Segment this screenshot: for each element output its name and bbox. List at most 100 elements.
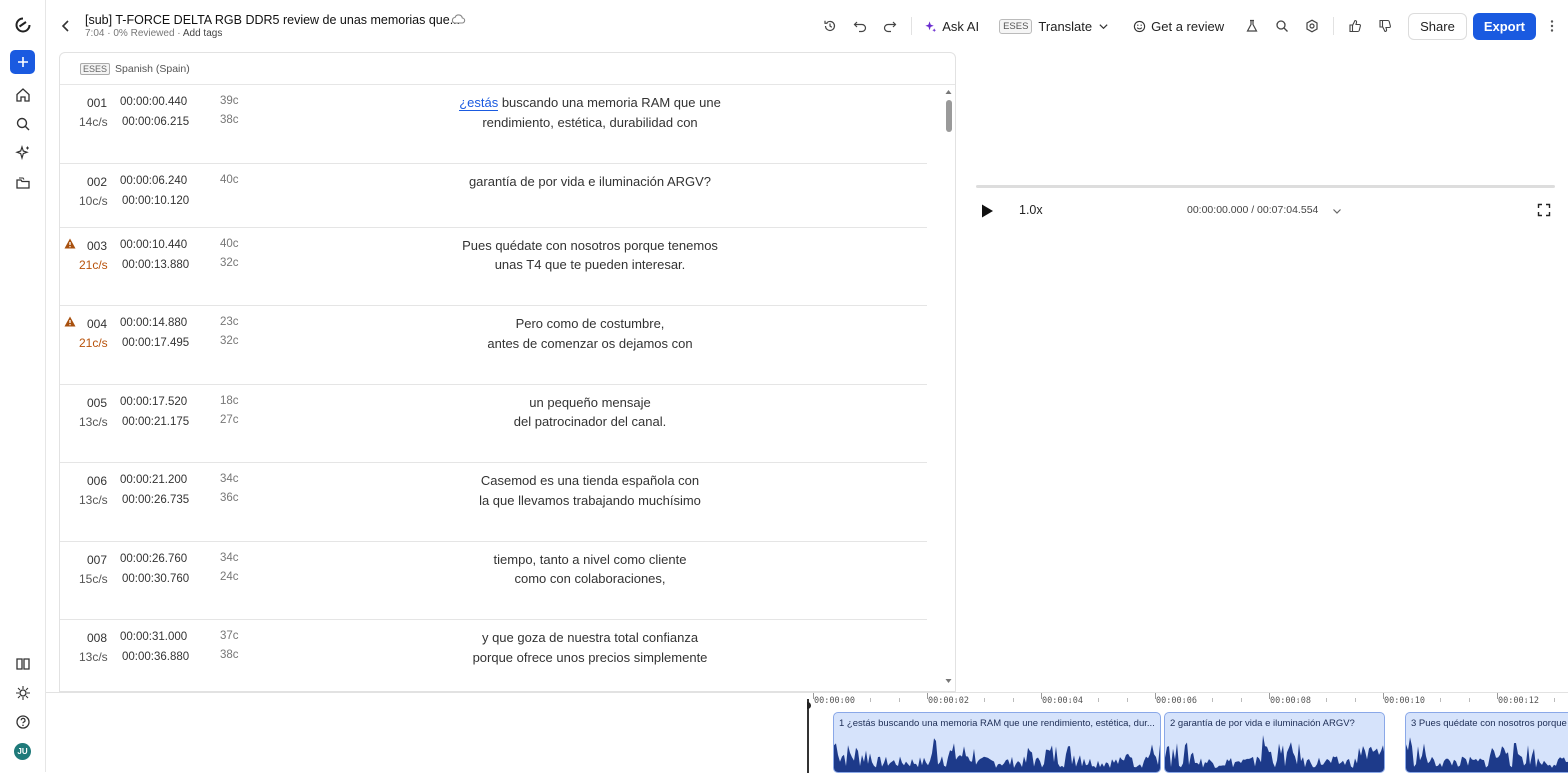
new-button[interactable]	[10, 50, 35, 74]
subtitle-line-1[interactable]: Pero como de costumbre,	[300, 314, 880, 334]
search-icon[interactable]	[11, 112, 35, 136]
start-time[interactable]: 00:00:10.440	[120, 239, 187, 251]
thumbs-up-icon[interactable]	[1345, 16, 1365, 36]
subtitle-text[interactable]: Casemod es una tienda española con la que…	[300, 471, 880, 510]
start-time[interactable]: 00:00:00.440	[120, 96, 187, 108]
subtitle-text[interactable]: garantía de por vida e iluminación ARGV?	[300, 172, 880, 192]
subtitle-row[interactable]: 006 13c/s 00:00:21.200 00:00:26.735 34c 36c Ca…	[60, 463, 927, 542]
end-time[interactable]: 00:00:26.735	[122, 494, 189, 506]
subtitle-line-2[interactable]: antes de comenzar os dejamos con	[300, 334, 880, 354]
subtitle-row[interactable]: 001 14c/s 00:00:00.440 00:00:06.215 39c 38c ¿e…	[60, 85, 927, 164]
end-time[interactable]: 00:00:17.495	[122, 337, 189, 349]
start-time[interactable]: 00:00:06.240	[120, 175, 187, 187]
start-time[interactable]: 00:00:21.200	[120, 474, 187, 486]
flask-icon[interactable]	[1242, 16, 1262, 36]
subtitle-line-1[interactable]: un pequeño mensaje	[300, 393, 880, 413]
toolbar: Ask AI ESES Translate Get a review Share…	[815, 12, 1568, 40]
search-icon[interactable]	[1272, 16, 1292, 36]
highlighted-word[interactable]: ¿estás	[459, 95, 499, 111]
line2-char-count: 38c	[220, 114, 239, 126]
subtitle-number: 005	[86, 395, 108, 410]
start-time[interactable]: 00:00:26.760	[120, 553, 187, 565]
help-icon[interactable]	[11, 710, 35, 734]
subtitle-line-1[interactable]: ¿estás buscando una memoria RAM que une	[300, 93, 880, 113]
timeline-track[interactable]: 00:00:00 00:00:02 00:00:04 00:00:06 00:00:08…	[807, 693, 1568, 773]
chevron-down-icon[interactable]	[1331, 205, 1343, 217]
subtitle-line-2[interactable]: del patrocinador del canal.	[300, 412, 880, 432]
editor-language-header: ESES Spanish (Spain)	[60, 53, 955, 85]
subtitle-text[interactable]: Pues quédate con nosotros porque tenemos…	[300, 236, 880, 275]
document-title[interactable]: [sub] T-FORCE DELTA RGB DDR5 review de u…	[85, 13, 460, 27]
end-time[interactable]: 00:00:21.175	[122, 416, 189, 428]
history-icon[interactable]	[820, 16, 840, 36]
subtitle-text[interactable]: un pequeño mensaje del patrocinador del c…	[300, 393, 880, 432]
divider	[911, 17, 913, 35]
ask-ai-button[interactable]: Ask AI	[924, 19, 979, 34]
subtitle-text[interactable]: Pero como de costumbre, antes de comenzar…	[300, 314, 880, 353]
time-display: 00:00:00.000 / 00:07:04.554	[1187, 204, 1319, 216]
subtitle-row[interactable]: 008 13c/s 00:00:31.000 00:00:36.880 37c 38c y …	[60, 620, 927, 691]
app-logo-icon[interactable]	[11, 13, 35, 37]
scroll-arrows-icon	[945, 90, 952, 683]
subtitle-row[interactable]: 003 21c/s 00:00:10.440 00:00:13.880 40c 32c Pu…	[60, 228, 927, 306]
fullscreen-icon[interactable]	[1537, 203, 1551, 217]
subtitle-line-1[interactable]: garantía de por vida e iluminación ARGV?	[300, 172, 880, 192]
translate-button[interactable]: ESES Translate	[999, 18, 1109, 34]
editor-scrollbar[interactable]	[944, 86, 953, 686]
add-tags-link[interactable]: Add tags	[183, 28, 222, 39]
start-time[interactable]: 00:00:31.000	[120, 631, 187, 643]
subtitle-line-2[interactable]: como con colaboraciones,	[300, 569, 880, 589]
subtitle-line-1[interactable]: Pues quédate con nosotros porque tenemos	[300, 236, 880, 256]
thumbs-down-icon[interactable]	[1375, 16, 1395, 36]
subtitle-text[interactable]: y que goza de nuestra total confianza por…	[300, 628, 880, 667]
progress-bar[interactable]	[976, 185, 1555, 188]
minor-tick	[984, 698, 985, 702]
subtitle-row[interactable]: 004 21c/s 00:00:14.880 00:00:17.495 23c 32c Pe…	[60, 306, 927, 385]
get-review-button[interactable]: Get a review	[1133, 19, 1224, 34]
minor-tick	[1212, 698, 1213, 702]
end-time[interactable]: 00:00:06.215	[122, 116, 189, 128]
sparkle-icon[interactable]	[11, 141, 35, 165]
subtitle-row[interactable]: 005 13c/s 00:00:17.520 00:00:21.175 18c 27c un…	[60, 385, 927, 463]
timeline-segment[interactable]: 1 ¿estás buscando una memoria RAM que un…	[833, 712, 1161, 773]
home-icon[interactable]	[11, 83, 35, 107]
subtitle-line-2[interactable]: porque ofrece unos precios simplemente	[300, 648, 880, 668]
start-time[interactable]: 00:00:17.520	[120, 396, 187, 408]
subtitle-line-2[interactable]: la que llevamos trabajando muchísimo	[300, 491, 880, 511]
subtitle-line-1[interactable]: y que goza de nuestra total confianza	[300, 628, 880, 648]
subtitle-line-1[interactable]: Casemod es una tienda española con	[300, 471, 880, 491]
playback-speed[interactable]: 1.0x	[1019, 203, 1043, 217]
subtitle-line-2[interactable]: unas T4 que te pueden interesar.	[300, 255, 880, 275]
settings-icon[interactable]	[1302, 16, 1322, 36]
playhead-handle[interactable]	[807, 702, 811, 709]
play-icon[interactable]	[978, 202, 996, 220]
more-options-icon[interactable]	[1542, 19, 1562, 33]
scrollbar-thumb[interactable]	[946, 100, 952, 132]
timeline-segment[interactable]: 2 garantía de por vida e iluminación ARG…	[1164, 712, 1385, 773]
plugin-icon[interactable]	[11, 681, 35, 705]
avatar[interactable]: JU	[14, 743, 31, 760]
folders-icon[interactable]	[11, 171, 35, 195]
timeline-segment[interactable]: 3 Pues quédate con nosotros porque tenem…	[1405, 712, 1568, 773]
end-time[interactable]: 00:00:13.880	[122, 259, 189, 271]
line-text: Pues quédate con nosotros porque tenemos	[462, 237, 718, 253]
subtitle-line-2[interactable]: rendimiento, estética, durabilidad con	[300, 113, 880, 133]
export-button[interactable]: Export	[1472, 12, 1536, 40]
redo-icon[interactable]	[880, 16, 900, 36]
undo-icon[interactable]	[850, 16, 870, 36]
subtitle-text[interactable]: tiempo, tanto a nivel como cliente como c…	[300, 550, 880, 589]
playhead[interactable]	[807, 699, 811, 773]
end-time[interactable]: 00:00:36.880	[122, 651, 189, 663]
subtitle-line-1[interactable]: tiempo, tanto a nivel como cliente	[300, 550, 880, 570]
share-button[interactable]: Share	[1408, 12, 1467, 40]
end-time[interactable]: 00:00:30.760	[122, 573, 189, 585]
document-meta: 7:04 · 0% Reviewed · Add tags	[85, 28, 223, 39]
book-icon[interactable]	[11, 652, 35, 676]
start-time[interactable]: 00:00:14.880	[120, 317, 187, 329]
reviewed-percent: 0% Reviewed	[113, 28, 175, 39]
end-time[interactable]: 00:00:10.120	[122, 195, 189, 207]
subtitle-row[interactable]: 007 15c/s 00:00:26.760 00:00:30.760 34c 24c ti…	[60, 542, 927, 620]
back-button[interactable]	[58, 16, 74, 36]
subtitle-row[interactable]: 002 10c/s 00:00:06.240 00:00:10.120 40c garan…	[60, 164, 927, 228]
subtitle-text[interactable]: ¿estás buscando una memoria RAM que une r…	[300, 93, 880, 132]
